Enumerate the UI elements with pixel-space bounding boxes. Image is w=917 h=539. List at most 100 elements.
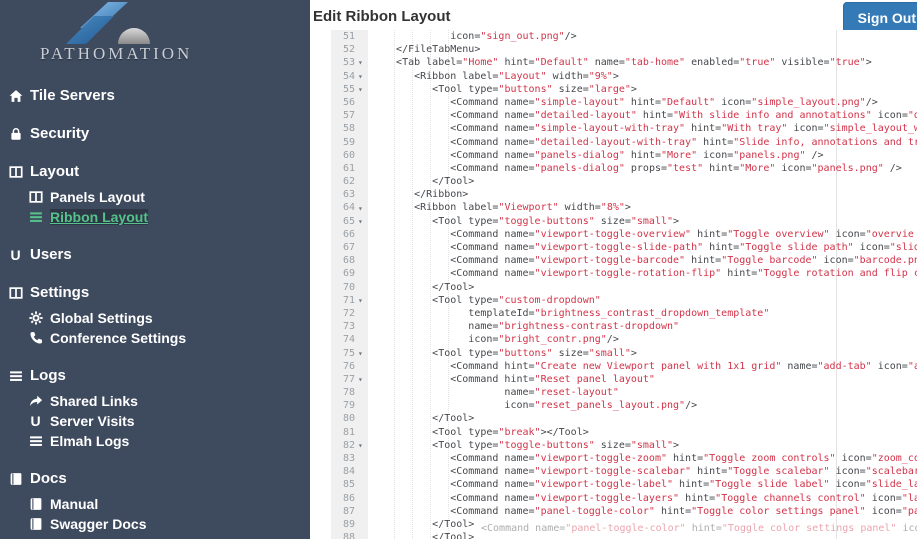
code-line[interactable]: 73 name="brightness-contrast-dropdown" (331, 320, 917, 333)
line-number-gutter[interactable]: 85 (331, 478, 368, 491)
fold-arrow-icon[interactable]: ▾ (358, 70, 368, 83)
line-number-gutter[interactable]: 68 (331, 254, 368, 267)
line-number-gutter[interactable]: 81 (331, 426, 368, 439)
code-line[interactable]: 77▾ <Command hint="Reset panel layout" (331, 373, 917, 386)
line-number-gutter[interactable]: 55▾ (331, 83, 368, 96)
line-number-gutter[interactable]: 78 (331, 386, 368, 399)
sidebar-item-elmah-logs[interactable]: Elmah Logs (28, 433, 302, 449)
code-line[interactable]: 78 name="reset-layout" (331, 386, 917, 399)
code-line[interactable]: 63 </Ribbon> (331, 188, 917, 201)
fold-arrow-icon[interactable]: ▾ (358, 215, 368, 228)
sidebar-item-global-settings[interactable]: Global Settings (28, 310, 302, 326)
code-line[interactable]: 76 <Command hint="Create new Viewport pa… (331, 360, 917, 373)
code-line[interactable]: 86 <Command name="viewport-toggle-layers… (331, 492, 917, 505)
line-number-gutter[interactable]: 87 (331, 505, 368, 518)
line-number-gutter[interactable]: 79 (331, 399, 368, 412)
code-line[interactable]: 80 </Tool> (331, 412, 917, 425)
line-number-gutter[interactable]: 74 (331, 333, 368, 346)
sidebar-item-ribbon-layout[interactable]: Ribbon Layout (28, 209, 302, 225)
line-number-gutter[interactable]: 76 (331, 360, 368, 373)
sidebar-item-tile-servers[interactable]: Tile Servers (8, 87, 302, 104)
code-line[interactable]: 67 <Command name="viewport-toggle-slide-… (331, 241, 917, 254)
sidebar-item-shared-links[interactable]: Shared Links (28, 393, 302, 409)
code-line[interactable]: 83 <Command name="viewport-toggle-zoom" … (331, 452, 917, 465)
line-number-gutter[interactable]: 54▾ (331, 70, 368, 83)
code-line[interactable]: 57 <Command name="detailed-layout" hint=… (331, 109, 917, 122)
code-line[interactable]: 51 icon="sign_out.png"/> (331, 30, 917, 43)
line-number-gutter[interactable]: 58 (331, 122, 368, 135)
code-line[interactable]: 62 </Tool> (331, 175, 917, 188)
code-line[interactable]: 55▾ <Tool type="buttons" size="large"> (331, 83, 917, 96)
sidebar-item-swagger-docs[interactable]: Swagger Docs (28, 516, 302, 532)
line-number-gutter[interactable]: 75▾ (331, 347, 368, 360)
code-line[interactable]: 60 <Command name="panels-dialog" hint="M… (331, 149, 917, 162)
line-number-gutter[interactable]: 82▾ (331, 439, 368, 452)
line-number-gutter[interactable]: 69 (331, 267, 368, 280)
code-line[interactable]: 74 icon="bright_contr.png"/> (331, 333, 917, 346)
sidebar-item-security[interactable]: Security (8, 125, 302, 142)
sidebar-item-settings[interactable]: Settings (8, 284, 302, 301)
fold-arrow-icon[interactable]: ▾ (358, 373, 368, 386)
line-number-gutter[interactable]: 89 (331, 518, 368, 531)
line-number-gutter[interactable]: 73 (331, 320, 368, 333)
code-line[interactable]: 72 templateId="brightness_contrast_dropd… (331, 307, 917, 320)
code-line[interactable]: 65▾ <Tool type="toggle-buttons" size="sm… (331, 215, 917, 228)
line-number-gutter[interactable]: 72 (331, 307, 368, 320)
line-number-gutter[interactable]: 88 (331, 531, 368, 539)
line-number-gutter[interactable]: 67 (331, 241, 368, 254)
line-number-gutter[interactable]: 52 (331, 43, 368, 56)
xml-code-editor[interactable]: 51 icon="sign_out.png"/>52 </FileTabMenu… (331, 30, 917, 539)
code-line[interactable]: 64▾ <Ribbon label="Viewport" width="8%"> (331, 201, 917, 214)
fold-arrow-icon[interactable]: ▾ (358, 202, 368, 215)
fold-arrow-icon[interactable]: ▾ (358, 439, 368, 452)
code-line[interactable]: 71▾ <Tool type="custom-dropdown" (331, 294, 917, 307)
code-line[interactable]: 75▾ <Tool type="buttons" size="small"> (331, 347, 917, 360)
code-line[interactable]: 69 <Command name="viewport-toggle-rotati… (331, 267, 917, 280)
sidebar-item-docs[interactable]: Docs (8, 470, 302, 487)
line-number-gutter[interactable]: 56 (331, 96, 368, 109)
code-line[interactable]: 52 </FileTabMenu> (331, 43, 917, 56)
sidebar-item-logs[interactable]: Logs (8, 367, 302, 384)
line-number-gutter[interactable]: 64▾ (331, 201, 368, 214)
code-line[interactable]: 82▾ <Tool type="toggle-buttons" size="sm… (331, 439, 917, 452)
fold-arrow-icon[interactable]: ▾ (358, 347, 368, 360)
sidebar-item-panels-layout[interactable]: Panels Layout (28, 189, 302, 205)
code-line[interactable]: 70 </Tool> (331, 281, 917, 294)
line-number-gutter[interactable]: 84 (331, 465, 368, 478)
line-number-gutter[interactable]: 59 (331, 136, 368, 149)
fold-arrow-icon[interactable]: ▾ (358, 56, 368, 69)
fold-arrow-icon[interactable]: ▾ (358, 83, 368, 96)
code-line[interactable]: 59 <Command name="detailed-layout-with-t… (331, 136, 917, 149)
sidebar-item-manual[interactable]: Manual (28, 496, 302, 512)
code-line[interactable]: 84 <Command name="viewport-toggle-scaleb… (331, 465, 917, 478)
code-line[interactable]: 56 <Command name="simple-layout" hint="D… (331, 96, 917, 109)
sidebar-item-server-visits[interactable]: UServer Visits (28, 413, 302, 429)
sign-out-button[interactable]: Sign Out (843, 2, 917, 33)
line-number-gutter[interactable]: 51 (331, 30, 368, 43)
sidebar-item-layout[interactable]: Layout (8, 163, 302, 180)
code-line[interactable]: 58 <Command name="simple-layout-with-tra… (331, 122, 917, 135)
code-line[interactable]: 88 </Tool> (331, 531, 917, 539)
line-number-gutter[interactable]: 61 (331, 162, 368, 175)
code-line[interactable]: 53▾ <Tab label="Home" hint="Default" nam… (331, 56, 917, 69)
line-number-gutter[interactable]: 83 (331, 452, 368, 465)
line-number-gutter[interactable]: 66 (331, 228, 368, 241)
code-line[interactable]: 87 <Command name="panel-toggle-color" hi… (331, 505, 917, 518)
line-number-gutter[interactable]: 77▾ (331, 373, 368, 386)
code-line[interactable]: 79 icon="reset_panels_layout.png"/> (331, 399, 917, 412)
line-number-gutter[interactable]: 70 (331, 281, 368, 294)
code-line[interactable]: 66 <Command name="viewport-toggle-overvi… (331, 228, 917, 241)
line-number-gutter[interactable]: 57 (331, 109, 368, 122)
line-number-gutter[interactable]: 80 (331, 412, 368, 425)
code-line[interactable]: 89 </Tool><Command name="panel-toggle-co… (331, 518, 917, 531)
line-number-gutter[interactable]: 60 (331, 149, 368, 162)
code-line[interactable]: 85 <Command name="viewport-toggle-label"… (331, 478, 917, 491)
code-line[interactable]: 54▾ <Ribbon label="Layout" width="9%"> (331, 70, 917, 83)
code-line[interactable]: 81 <Tool type="break"></Tool> (331, 426, 917, 439)
sidebar-item-users[interactable]: UUsers (8, 246, 302, 263)
line-number-gutter[interactable]: 86 (331, 492, 368, 505)
line-number-gutter[interactable]: 62 (331, 175, 368, 188)
sidebar-item-conference-settings[interactable]: Conference Settings (28, 330, 302, 346)
line-number-gutter[interactable]: 53▾ (331, 56, 368, 69)
line-number-gutter[interactable]: 63 (331, 188, 368, 201)
